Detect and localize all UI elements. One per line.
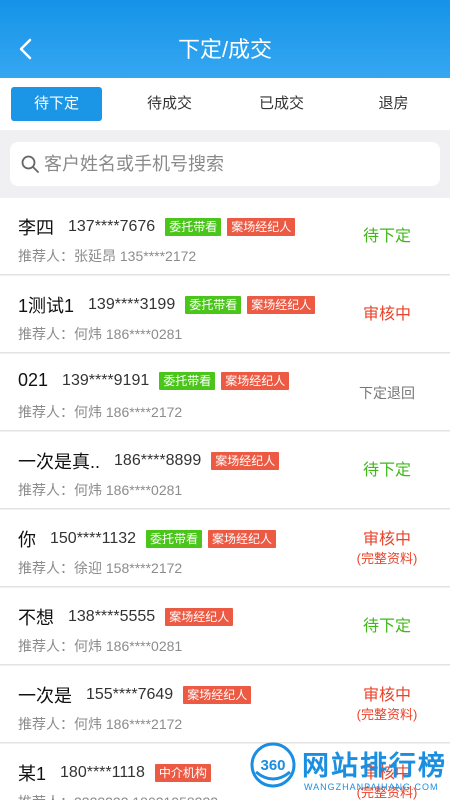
customer-name: 李四 [18,218,54,238]
row-divider [0,274,450,275]
status-text: 待下定 [362,461,411,479]
customer-name: 你 [18,530,36,550]
customer-name: 不想 [18,608,54,628]
role-tag: 案场经纪人 [183,686,252,704]
customer-info: 不想 138****5555 案场经纪人 [18,604,234,628]
role-tag: 委托带看 [159,371,216,390]
list-item[interactable]: 一次是真.. 186****8899 案场经纪人 推荐人：何炜 186****028… [0,432,450,509]
role-tag: 案场经纪人 [221,371,290,390]
list-item[interactable]: 你 150****1132 委托带看 案场经纪人 推荐人：徐迎 158****2172… [0,510,450,587]
customer-name: 021 [18,370,49,390]
watermark: 360 网站排行榜 WANGZHANPAIHANG.COM [250,740,450,800]
customer-name: 一次是 [18,686,72,706]
role-tag: 案场经纪人 [227,218,296,236]
customer-phone: 180****1118 [60,764,145,781]
role-tag: 案场经纪人 [211,452,280,470]
customer-info: 一次是真.. 186****8899 案场经纪人 [18,448,280,472]
customer-info: 一次是 155****7649 案场经纪人 [18,682,252,706]
customer-info: 021 139****9191 委托带看 案场经纪人 [18,370,290,392]
status-tabs: 待下定 待成交 已成交 退房 [0,78,450,130]
status-label: 审核中 (完整资料) [342,510,432,587]
customer-name: 1测试1 [18,296,75,316]
search-box [10,142,440,186]
referrer-info: 推荐人：2222222 18021958222 [18,792,218,800]
list-item[interactable]: 不想 138****5555 案场经纪人 推荐人：何炜 186****0281 待下… [0,588,450,665]
role-tag: 委托带看 [165,218,222,236]
status-text: 待下定 [362,227,411,245]
status-label: 待下定 [342,432,432,509]
search-icon [21,155,39,173]
watermark-text: 网站排行榜 [302,751,447,781]
search-bar [0,130,450,198]
status-label: 审核中 [342,276,432,353]
customer-phone: 138****5555 [68,608,156,625]
status-label: 审核中 (完整资料) [342,666,432,743]
customer-info: 你 150****1132 委托带看 案场经纪人 [18,526,277,550]
customer-phone: 186****8899 [114,452,202,469]
search-input[interactable] [44,149,424,179]
row-divider [0,664,450,665]
customer-list: 李四 137****7676 委托带看 案场经纪人 推荐人：张延昂 135****21… [0,198,450,800]
list-item[interactable]: 一次是 155****7649 案场经纪人 推荐人：何炜 186****2172 审… [0,666,450,743]
row-divider [0,586,450,587]
tab-pending-deal[interactable]: 待成交 [124,87,215,121]
customer-phone: 155****7649 [86,686,174,703]
status-text: 审核中 [362,686,411,704]
row-divider [0,352,450,353]
referrer-info: 推荐人：何炜 186****0281 [18,482,183,498]
referrer-info: 推荐人：何炜 186****2172 [18,404,183,420]
role-tag: 委托带看 [185,296,242,314]
status-label: 待下定 [342,588,432,665]
role-tag: 委托带看 [146,530,203,548]
status-text: 审核中 [362,530,411,548]
tab-deal-done[interactable]: 已成交 [236,87,327,121]
referrer-info: 推荐人：徐迎 158****2172 [18,560,183,576]
tab-check-out[interactable]: 退房 [348,87,439,121]
status-text: 审核中 [362,305,411,323]
list-item[interactable]: 021 139****9191 委托带看 案场经纪人 推荐人：何炜 186****21… [0,354,450,431]
customer-info: 某1 180****1118 中介机构 [18,760,211,784]
status-subtext: (完整资料) [356,706,418,722]
status-label: 待下定 [342,198,432,275]
svg-text:360: 360 [260,757,285,774]
list-item[interactable]: 1测试1 139****3199 委托带看 案场经纪人 推荐人：何炜 186****0… [0,276,450,353]
list-item[interactable]: 李四 137****7676 委托带看 案场经纪人 推荐人：张延昂 135****21… [0,198,450,275]
role-tag: 案场经纪人 [208,530,277,548]
referrer-info: 推荐人：何炜 186****0281 [18,638,183,654]
customer-info: 1测试1 139****3199 委托带看 案场经纪人 [18,292,316,316]
customer-phone: 139****3199 [88,296,176,313]
row-divider [0,508,450,509]
role-tag: 中介机构 [154,764,211,782]
customer-name: 一次是真.. [18,452,101,472]
status-text: 待下定 [362,617,411,635]
tab-pending-deposit[interactable]: 待下定 [11,87,102,121]
status-subtext: (完整资料) [356,550,418,566]
customer-info: 李四 137****7676 委托带看 案场经纪人 [18,214,296,238]
customer-phone: 139****9191 [62,371,150,389]
role-tag: 案场经纪人 [247,296,316,314]
page-title: 下定/成交 [177,37,273,62]
status-label: 下定退回 [342,354,432,431]
referrer-info: 推荐人：何炜 186****0281 [18,326,183,342]
role-tag: 案场经纪人 [165,608,234,626]
referrer-info: 推荐人：张延昂 135****2172 [18,248,197,264]
customer-name: 某1 [18,764,47,784]
customer-phone: 137****7676 [68,218,156,235]
status-text: 下定退回 [359,384,415,401]
watermark-url: WANGZHANPAIHANG.COM [304,782,439,792]
360-logo-icon: 360 [250,742,296,788]
row-divider [0,430,450,431]
referrer-info: 推荐人：何炜 186****2172 [18,716,183,732]
app-header: 下定/成交 [0,0,450,78]
customer-phone: 150****1132 [50,530,137,547]
